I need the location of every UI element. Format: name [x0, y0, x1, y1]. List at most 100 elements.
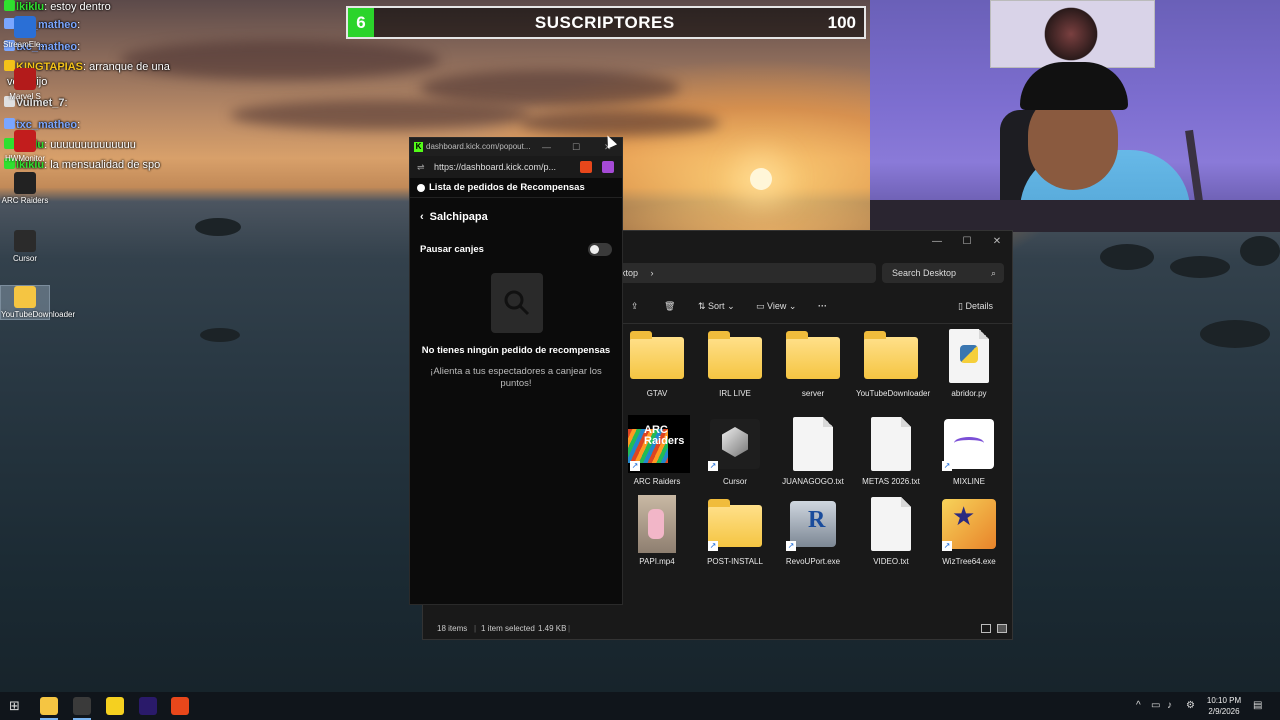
revo-icon: R ↗: [784, 495, 842, 553]
view-button[interactable]: ▭ View ⌄: [756, 299, 796, 313]
empty-state-title: No tienes ningún pedido de recompensas: [421, 345, 611, 356]
sort-label: Sort: [708, 301, 725, 311]
desktop-icon[interactable]: YouTubeDownloader: [0, 285, 76, 320]
back-button[interactable]: ‹ Salchipapa: [420, 211, 488, 223]
popout-url: https://dashboard.kick.com/p...: [434, 162, 557, 172]
file-item[interactable]: ↗ Cursor: [700, 415, 770, 487]
desktop-icon[interactable]: StreamEle...: [1, 16, 49, 49]
file-name: RevoUPort.exe: [785, 557, 841, 566]
file-item[interactable]: R ↗ RevoUPort.exe: [778, 495, 848, 567]
taskbar-notes-icon[interactable]: [106, 697, 124, 715]
shortcut-arrow-icon: ↗: [786, 541, 796, 551]
address-bar[interactable]: ktop ›: [613, 263, 876, 283]
shortcut-arrow-icon: ↗: [708, 541, 718, 551]
chat-separator: :: [83, 61, 87, 73]
share-icon[interactable]: ⇪: [631, 299, 639, 313]
file-item[interactable]: METAS 2026.txt: [856, 415, 926, 487]
windows-start-icon[interactable]: ⊞: [9, 692, 20, 720]
search-input[interactable]: Search Desktop ⌕: [882, 263, 1004, 283]
brave-shield-icon[interactable]: [580, 161, 592, 173]
file-item[interactable]: ↗ MIXLINE: [934, 415, 1004, 487]
search-placeholder: Search Desktop: [892, 268, 957, 278]
desktop-icon-label: HWMonitor: [4, 154, 45, 163]
brave-rewards-icon[interactable]: [602, 161, 614, 173]
system-clock[interactable]: 10:10 PM 2/9/2026: [1202, 695, 1246, 717]
file-name: MIXLINE: [952, 477, 985, 486]
mixline-icon: ↗: [940, 415, 998, 473]
arc-icon: ARC Raiders ↗: [628, 415, 690, 473]
view-label: View: [767, 301, 787, 311]
kick-rewards-popout[interactable]: K dashboard.kick.com/popout... — ☐ ✕ ⇌ h…: [409, 137, 623, 605]
more-options-icon[interactable]: ···: [818, 299, 827, 313]
file-item[interactable]: YouTubeDownloader: [856, 327, 930, 399]
settings-icon[interactable]: ⚙: [1186, 692, 1195, 720]
desktop-icon-label: YouTubeDownloader: [1, 310, 76, 319]
desktop-icon[interactable]: Marvel S: [1, 68, 49, 101]
file-item[interactable]: server: [778, 327, 848, 399]
cursor-icon: ↗: [706, 415, 764, 473]
close-icon[interactable]: ✕: [987, 235, 1007, 249]
file-item[interactable]: IRL LIVE: [700, 327, 770, 399]
doc-icon: [862, 495, 920, 553]
file-item[interactable]: JUANAGOGO.txt: [778, 415, 848, 487]
tiles-view-icon[interactable]: [997, 624, 1007, 633]
subscriber-goal: 100: [827, 12, 856, 32]
details-view-icon[interactable]: [981, 624, 991, 633]
minimize-icon[interactable]: —: [542, 138, 551, 156]
app-icon: [14, 130, 36, 152]
file-item[interactable]: GTAV: [622, 327, 692, 399]
maximize-icon[interactable]: ☐: [572, 138, 580, 156]
taskbar: ⊞ ^ ▭ ♪ ⚙ 10:10 PM 2/9/2026 ▤: [0, 692, 1280, 720]
tray-chevron-icon[interactable]: ^: [1136, 692, 1141, 720]
file-name: GTAV: [646, 389, 668, 398]
file-name: POST-INSTALL: [707, 557, 763, 566]
python-icon: [940, 327, 998, 385]
chat-username[interactable]: lkiklu: [16, 1, 44, 13]
desktop-icon[interactable]: Cursor: [1, 230, 49, 263]
network-icon[interactable]: ▭: [1151, 692, 1160, 720]
item-count: 18 items: [437, 624, 468, 633]
popout-tab-title: dashboard.kick.com/popout...: [426, 142, 531, 151]
app-icon: [14, 172, 36, 194]
rewards-header: Lista de pedidos de Recompensas: [410, 178, 622, 198]
chat-separator: :: [64, 97, 68, 109]
taskbar-premiere-icon[interactable]: [139, 697, 157, 715]
file-name: PAPI.mp4: [639, 557, 675, 566]
subscriber-label: SUSCRIPTORES: [534, 12, 675, 32]
wall-poster: [990, 0, 1155, 68]
taskbar-brave-icon[interactable]: [171, 697, 189, 715]
empty-search-icon: [491, 273, 543, 333]
taskbar-obs-icon[interactable]: [73, 697, 91, 715]
clock-date: 2/9/2026: [1208, 707, 1240, 716]
file-item[interactable]: VIDEO.txt: [856, 495, 926, 567]
file-item[interactable]: ↗ POST-INSTALL: [700, 495, 770, 567]
file-item[interactable]: abridor.py: [934, 327, 1004, 399]
file-item[interactable]: PAPI.mp4: [622, 495, 692, 567]
file-name: ARC Raiders: [633, 477, 681, 486]
taskbar-file-explorer-icon[interactable]: [40, 697, 58, 715]
maximize-icon[interactable]: ☐: [957, 235, 977, 249]
address-text: ktop: [621, 268, 639, 278]
desktop-icon[interactable]: HWMonitor: [1, 130, 49, 163]
pause-toggle[interactable]: [588, 243, 612, 256]
explorer-statusbar: 18 items | 1 item selected 1.49 KB |: [423, 619, 1012, 639]
subscriber-goal-bar: 6 SUSCRIPTORES 100: [346, 6, 866, 39]
file-item[interactable]: ARC Raiders ↗ ARC Raiders: [622, 415, 692, 487]
desktop-icon[interactable]: ARC Raiders: [1, 172, 49, 205]
minimize-icon[interactable]: —: [927, 235, 947, 249]
desktop-icon-label: Marvel S: [9, 92, 41, 101]
notifications-icon[interactable]: ▤: [1253, 692, 1262, 720]
file-name: server: [801, 389, 825, 398]
volume-icon[interactable]: ♪: [1167, 692, 1172, 720]
popout-url-bar[interactable]: ⇌ https://dashboard.kick.com/p...: [410, 156, 622, 178]
file-name: Cursor: [722, 477, 747, 486]
site-info-icon[interactable]: ⇌: [417, 156, 425, 178]
delete-icon[interactable]: 🗑: [664, 299, 675, 313]
details-button[interactable]: ▯ Details: [958, 299, 993, 313]
rewards-icon: [417, 184, 425, 192]
chat-separator: :: [77, 41, 81, 53]
file-item[interactable]: ★ ↗ WizTree64.exe: [934, 495, 1004, 567]
sort-button[interactable]: ⇅ Sort ⌄: [698, 299, 735, 313]
popout-titlebar[interactable]: K dashboard.kick.com/popout... — ☐ ✕: [410, 138, 622, 156]
folder-icon: [706, 327, 764, 385]
